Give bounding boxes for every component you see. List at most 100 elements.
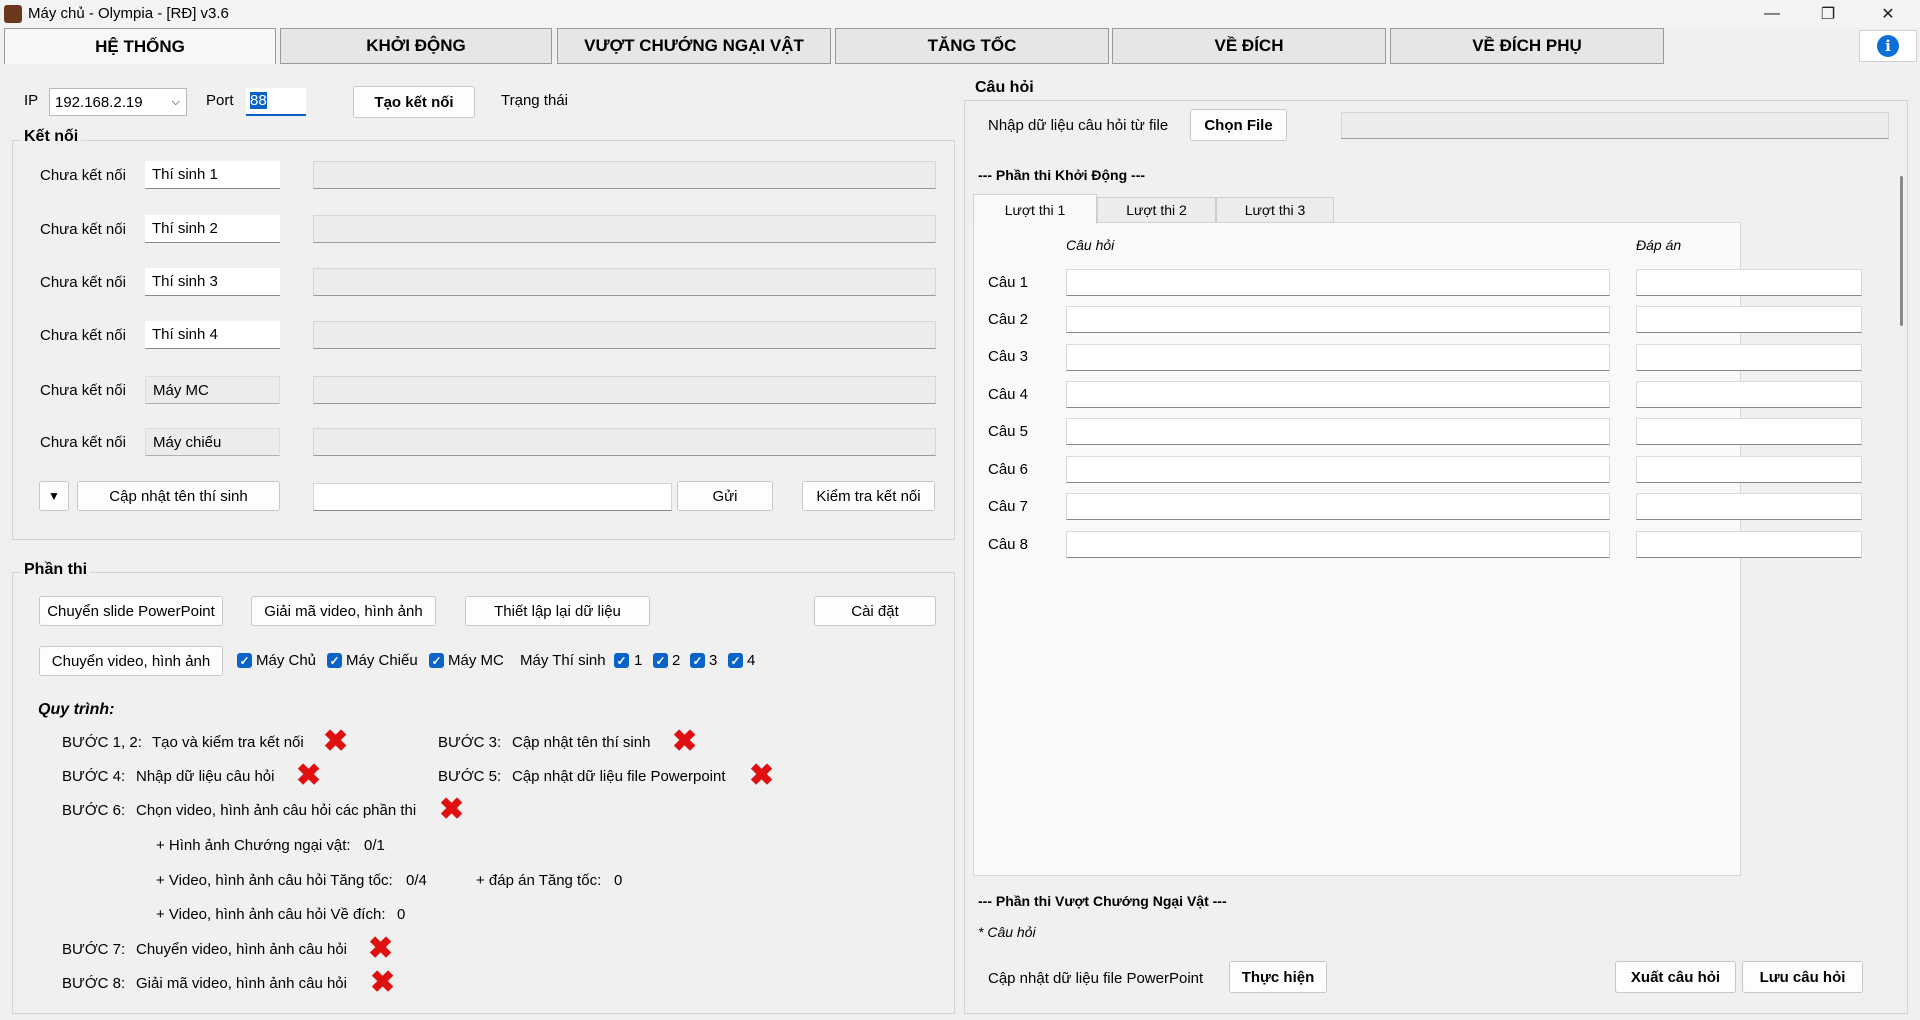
- answer-input-7[interactable]: [1636, 493, 1862, 520]
- import-label: Nhập dữ liệu câu hỏi từ file: [988, 117, 1169, 134]
- contestant-1-checkbox[interactable]: ✓: [614, 653, 629, 668]
- answer-input-4[interactable]: [1636, 381, 1862, 408]
- reset-data-button[interactable]: Thiết lập lại dữ liệu: [465, 596, 650, 626]
- tab-khoi-dong[interactable]: KHỞI ĐỘNG: [280, 28, 552, 64]
- ip-select[interactable]: 192.168.2.19 ⌵: [49, 88, 187, 116]
- step4-status-x-icon: ✖: [296, 759, 322, 792]
- tab-luot-thi-1[interactable]: Lượt thi 1: [973, 194, 1097, 224]
- step6-text: Chọn video, hình ảnh câu hỏi các phần th…: [136, 802, 417, 819]
- question-input-8[interactable]: [1066, 531, 1610, 558]
- connect-button[interactable]: Tạo kết nối: [353, 86, 475, 118]
- choose-file-button[interactable]: Chọn File: [1190, 109, 1287, 141]
- file-path-field: [1341, 112, 1889, 139]
- question-label-3: Câu 3: [988, 348, 1029, 365]
- connection-status-projector: Chưa kết nối: [40, 434, 126, 451]
- tab-luot-thi-2[interactable]: Lượt thi 2: [1097, 197, 1216, 223]
- tab-vuot-chuong-ngai-vat[interactable]: VƯỢT CHƯỚNG NGẠI VẬT: [557, 28, 831, 64]
- check-connection-button[interactable]: Kiểm tra kết nối: [802, 481, 935, 511]
- update-names-button[interactable]: Cập nhật tên thí sinh: [77, 481, 280, 511]
- question-input-5[interactable]: [1066, 418, 1610, 445]
- contestant-machines-label: Máy Thí sinh: [520, 652, 606, 669]
- chevron-down-icon: ⌵: [171, 95, 180, 108]
- status-label: Trạng thái: [501, 92, 568, 109]
- contestant-3-checkbox[interactable]: ✓: [690, 653, 705, 668]
- question-label-1: Câu 1: [988, 274, 1029, 291]
- title-bar: Máy chủ - Olympia - [RĐ] v3.6 — ❐ ✕: [0, 0, 1920, 28]
- close-button[interactable]: ✕: [1860, 0, 1916, 28]
- port-input[interactable]: 88: [246, 88, 306, 116]
- question-input-3[interactable]: [1066, 344, 1610, 371]
- send-message-input[interactable]: [313, 483, 672, 511]
- export-questions-button[interactable]: Xuất câu hỏi: [1615, 961, 1736, 993]
- contestant-4-checkbox[interactable]: ✓: [728, 653, 743, 668]
- column-answer-header: Đáp án: [1636, 237, 1682, 253]
- question-input-2[interactable]: [1066, 306, 1610, 333]
- question-label-4: Câu 4: [988, 386, 1029, 403]
- send-button[interactable]: Gửi: [677, 481, 773, 511]
- transfer-media-button[interactable]: Chuyển video, hình ảnh: [39, 646, 223, 676]
- answer-input-2[interactable]: [1636, 306, 1862, 333]
- caret-down-icon: ▼: [48, 489, 60, 503]
- step4-label: BƯỚC 4:: [62, 768, 126, 785]
- contestant-name-input-3[interactable]: Thí sinh 3: [145, 268, 280, 296]
- maximize-button[interactable]: ❐: [1800, 0, 1856, 28]
- step3-status-x-icon: ✖: [672, 725, 698, 758]
- ppt-slide-button[interactable]: Chuyển slide PowerPoint: [39, 596, 223, 626]
- ip-value: 192.168.2.19: [55, 93, 143, 111]
- answer-input-3[interactable]: [1636, 344, 1862, 371]
- answer-input-8[interactable]: [1636, 531, 1862, 558]
- server-checkbox-label: Máy Chủ: [256, 652, 317, 669]
- contestant-message-4: [313, 321, 936, 349]
- tab-ve-dich[interactable]: VỀ ĐÍCH: [1112, 28, 1386, 64]
- ip-label: IP: [24, 92, 39, 109]
- mc-checkbox[interactable]: ✓: [429, 653, 444, 668]
- question-label-8: Câu 8: [988, 536, 1029, 553]
- connection-status-mc: Chưa kết nối: [40, 382, 126, 399]
- connection-status-1: Chưa kết nối: [40, 167, 126, 184]
- info-button[interactable]: i: [1859, 30, 1917, 62]
- sub-obstacle-image-value: 0/1: [364, 837, 385, 854]
- sub-accel-answer-label: + đáp án Tăng tốc:: [476, 872, 602, 889]
- question-input-6[interactable]: [1066, 456, 1610, 483]
- contestant-name-input-4[interactable]: Thí sinh 4: [145, 321, 280, 349]
- minimize-button[interactable]: —: [1744, 0, 1800, 28]
- info-icon: i: [1877, 35, 1899, 57]
- step5-status-x-icon: ✖: [749, 759, 775, 792]
- question-input-7[interactable]: [1066, 493, 1610, 520]
- step5-text: Cập nhật dữ liệu file Powerpoint: [512, 768, 726, 785]
- decode-media-button[interactable]: Giải mã video, hình ảnh: [251, 596, 436, 626]
- step7-status-x-icon: ✖: [368, 932, 394, 965]
- sub-accel-answer-value: 0: [614, 872, 623, 889]
- window-title: Máy chủ - Olympia - [RĐ] v3.6: [28, 5, 229, 22]
- answer-input-1[interactable]: [1636, 269, 1862, 296]
- projector-checkbox-label: Máy Chiếu: [346, 652, 418, 669]
- step8-text: Giải mã video, hình ảnh câu hỏi: [136, 975, 347, 992]
- step12-status-x-icon: ✖: [323, 725, 349, 758]
- ketnoi-title: Kết nối: [21, 128, 82, 146]
- contestant-3-label: 3: [709, 652, 718, 669]
- contestant-2-checkbox[interactable]: ✓: [653, 653, 668, 668]
- tab-ve-dich-phu[interactable]: VỀ ĐÍCH PHỤ: [1390, 28, 1664, 64]
- projector-checkbox[interactable]: ✓: [327, 653, 342, 668]
- answer-input-5[interactable]: [1636, 418, 1862, 445]
- phanthi-title: Phần thi: [21, 561, 91, 579]
- contestant-name-input-1[interactable]: Thí sinh 1: [145, 161, 280, 189]
- contestant-name-input-2[interactable]: Thí sinh 2: [145, 215, 280, 243]
- step3-text: Cập nhật tên thí sinh: [512, 734, 651, 751]
- vcnv-question-subtitle: * Câu hỏi: [978, 924, 1036, 940]
- question-input-4[interactable]: [1066, 381, 1610, 408]
- settings-button[interactable]: Cài đặt: [814, 596, 936, 626]
- save-questions-button[interactable]: Lưu câu hỏi: [1742, 961, 1863, 993]
- contestant-2-label: 2: [672, 652, 681, 669]
- question-input-1[interactable]: [1066, 269, 1610, 296]
- server-checkbox[interactable]: ✓: [237, 653, 252, 668]
- port-value: 88: [250, 92, 267, 109]
- tab-he-thong[interactable]: HỆ THỐNG: [4, 28, 276, 64]
- contestant-4-label: 4: [747, 652, 756, 669]
- answer-input-6[interactable]: [1636, 456, 1862, 483]
- tab-tang-toc[interactable]: TĂNG TỐC: [835, 28, 1109, 64]
- dropdown-button[interactable]: ▼: [39, 481, 69, 511]
- tab-luot-thi-3[interactable]: Lượt thi 3: [1216, 197, 1334, 223]
- run-button[interactable]: Thực hiện: [1229, 961, 1327, 993]
- vertical-scrollbar[interactable]: [1900, 176, 1903, 326]
